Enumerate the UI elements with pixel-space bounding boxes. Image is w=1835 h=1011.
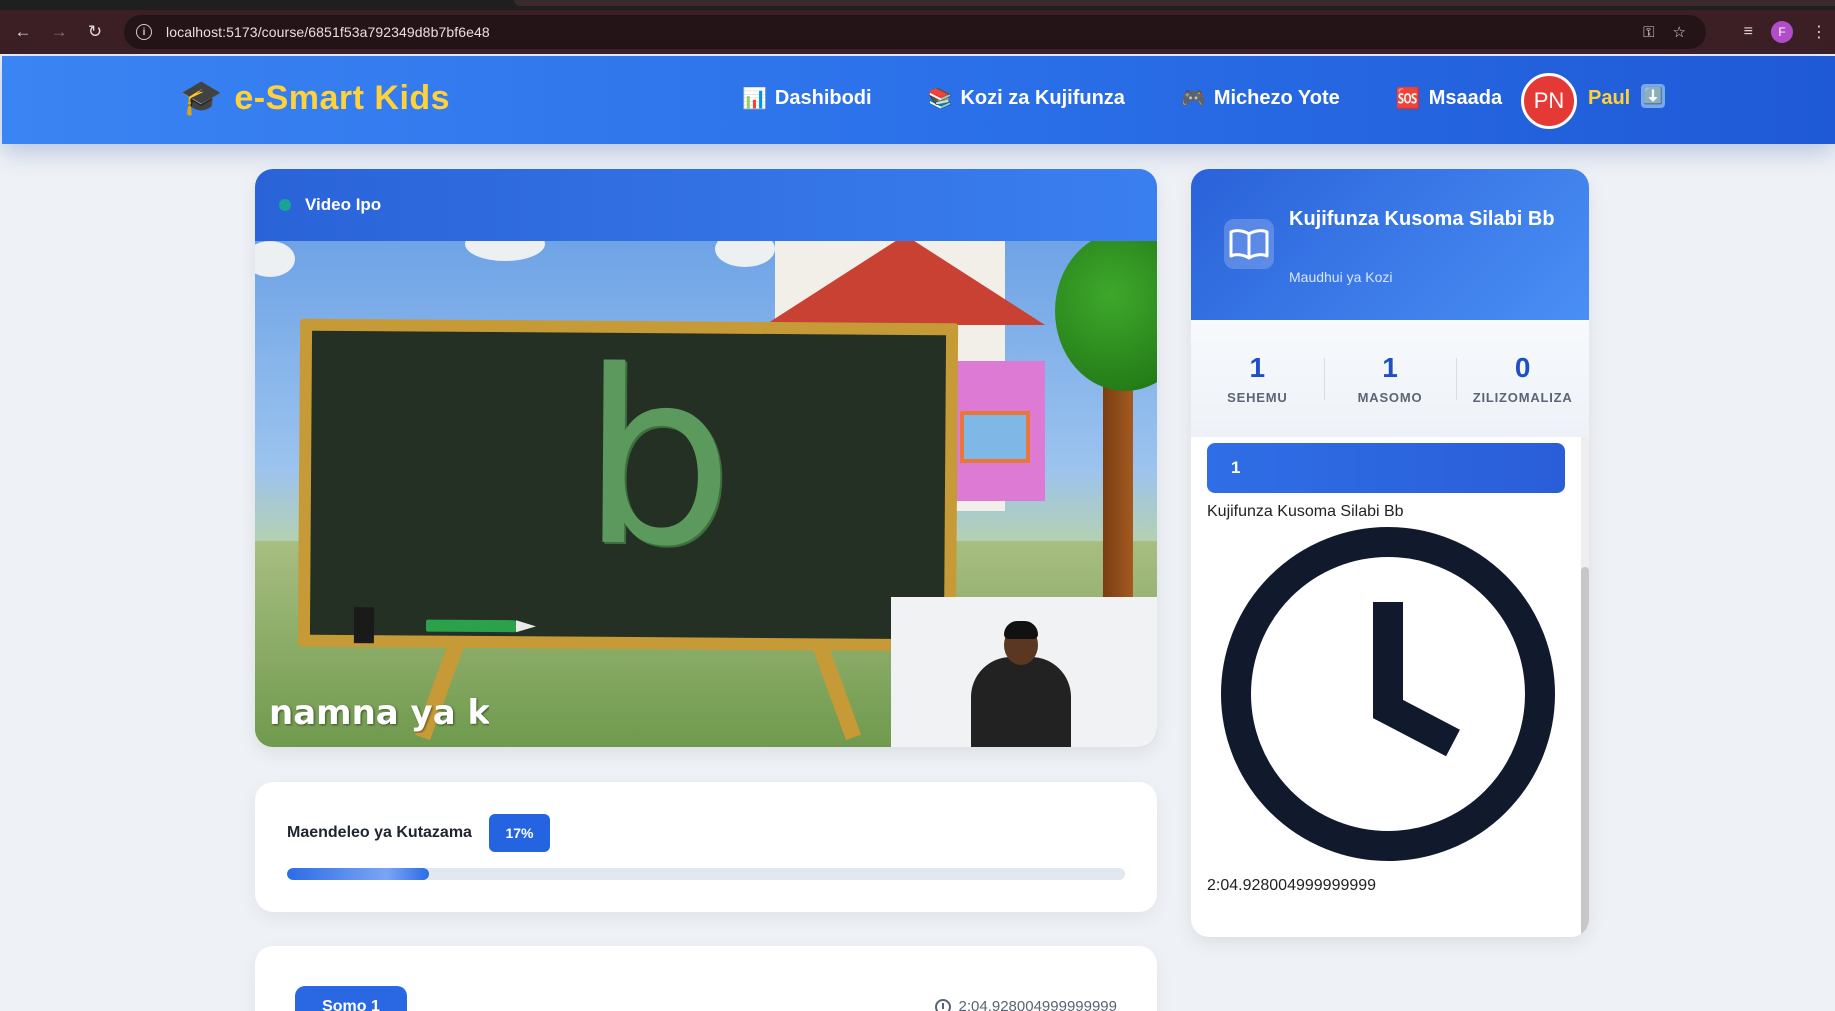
nav-item-dashboard[interactable]: 📊 Dashibodi — [742, 86, 872, 111]
stat-value: 0 — [1514, 352, 1531, 383]
bookmark-star-icon[interactable]: ☆ — [1673, 23, 1686, 41]
progress-percent-badge: 17% — [489, 814, 550, 852]
cloud — [465, 241, 545, 261]
main-nav: 📊 Dashibodi 📚 Kozi za Kujifunza 🎮 Michez… — [742, 86, 1546, 111]
bar-chart-icon: 📊 — [742, 88, 767, 110]
stat-value: 1 — [1382, 352, 1398, 383]
video-status-label: Video Ipo — [305, 195, 382, 214]
nav-item-games[interactable]: 🎮 Michezo Yote — [1181, 86, 1340, 111]
sidebar-content: 1 Kujifunza Kusoma Silabi Bb 2:04.928004… — [1191, 437, 1589, 937]
site-info-icon[interactable]: i — [136, 24, 152, 40]
board-chalk-tip — [515, 620, 537, 633]
scene-roof — [765, 241, 1045, 325]
stat-label: MASOMO — [1357, 390, 1423, 405]
progress-label: Maendeleo ya Kutazama — [287, 824, 472, 841]
stat-sections: 1 SEHEMU — [1191, 352, 1324, 405]
stat-completed: 0 ZILIZOMALIZA — [1456, 352, 1589, 405]
cloud — [255, 241, 295, 277]
open-book-icon — [1224, 219, 1274, 269]
lesson-duration: 2:04.928004999999999 — [934, 998, 1118, 1011]
browser-tab[interactable] — [514, 0, 1835, 6]
clock-icon — [934, 998, 951, 1011]
forward-arrow-icon[interactable]: → — [46, 19, 72, 45]
video-card: Video Ipo b namna ya kuc — [255, 169, 1157, 747]
status-dot-icon — [279, 199, 291, 211]
lesson-card: Somo 1 2:04.928004999999999 — [255, 946, 1157, 1011]
chalkboard-surface: b — [309, 318, 947, 640]
reload-icon[interactable]: ↻ — [82, 19, 108, 45]
stat-lessons: 1 MASOMO — [1323, 352, 1457, 405]
user-avatar[interactable]: PN — [1521, 73, 1577, 129]
browser-tab-strip — [0, 0, 1835, 10]
graduation-cap-icon: 🎓 — [180, 79, 223, 117]
progress-bar-fill — [287, 868, 430, 880]
sos-icon: 🆘 — [1395, 88, 1421, 110]
section-name[interactable]: Kujifunza Kusoma Silabi Bb — [1207, 503, 1404, 521]
scene-tree-trunk — [1103, 371, 1133, 621]
game-controller-icon: 🎮 — [1180, 88, 1206, 110]
user-menu-down-arrow-icon[interactable]: ⬇️ — [1641, 84, 1665, 108]
browser-menu-icon[interactable]: ⋮ — [1811, 22, 1827, 42]
watch-progress-card: Maendeleo ya Kutazama 17% — [255, 782, 1157, 912]
nav-label: Dashibodi — [774, 87, 872, 109]
stat-value: 1 — [1249, 352, 1266, 383]
media-queue-icon[interactable]: ≡ — [1744, 23, 1753, 41]
app-logo[interactable]: 🎓 e-Smart Kids — [180, 78, 450, 118]
stat-label: SEHEMU — [1227, 390, 1288, 405]
stat-label: ZILIZOMALIZA — [1472, 390, 1573, 405]
section-header-button[interactable]: 1 — [1207, 443, 1565, 493]
nav-label: Msaada — [1428, 87, 1503, 109]
course-sidebar: Kujifunza Kusoma Silabi Bb Maudhui ya Ko… — [1191, 169, 1589, 937]
browser-toolbar: ← → ↻ i localhost:5173/course/6851f53a79… — [0, 10, 1835, 54]
app-header: 🎓 e-Smart Kids 📊 Dashibodi 📚 Kozi za Kuj… — [2, 56, 1835, 144]
video-caption: namna ya kuc — [269, 693, 489, 733]
chalkboard: b — [297, 318, 959, 652]
sidebar-scroll-thumb[interactable] — [1581, 567, 1589, 937]
section-duration: 2:04.928004999999999 — [1207, 877, 1377, 894]
video-player[interactable]: b namna ya kuc — [255, 241, 1157, 747]
logo-text: e-Smart Kids — [234, 78, 451, 117]
back-arrow-icon[interactable]: ← — [10, 19, 36, 45]
signer-hair — [1004, 621, 1038, 639]
board-eraser — [353, 607, 375, 644]
sidebar-header: Kujifunza Kusoma Silabi Bb Maudhui ya Ko… — [1191, 169, 1589, 320]
books-icon: 📚 — [927, 88, 953, 110]
nav-label: Michezo Yote — [1213, 87, 1340, 109]
nav-label: Kozi za Kujifunza — [960, 87, 1125, 109]
signer-body — [971, 657, 1071, 747]
course-stats: 1 SEHEMU 1 MASOMO 0 ZILIZOMALIZA — [1191, 320, 1589, 437]
lesson-button[interactable]: Somo 1 — [295, 986, 407, 1011]
lesson-duration-text: 2:04.928004999999999 — [958, 998, 1118, 1011]
video-header: Video Ipo — [255, 169, 1157, 241]
url-text[interactable]: localhost:5173/course/6851f53a792349d8b7… — [166, 24, 490, 40]
course-subtitle: Maudhui ya Kozi — [1289, 269, 1393, 285]
scene-window — [960, 411, 1030, 463]
nav-item-courses[interactable]: 📚 Kozi za Kujifunza — [928, 86, 1125, 111]
sidebar-scrollbar[interactable] — [1581, 437, 1589, 937]
progress-bar — [287, 868, 1125, 880]
user-name[interactable]: Paul — [1588, 87, 1630, 110]
nav-item-help[interactable]: 🆘 Msaada — [1396, 86, 1502, 111]
browser-profile-avatar[interactable]: F — [1771, 21, 1793, 43]
scene-tree-top — [1055, 241, 1157, 391]
address-bar[interactable]: i localhost:5173/course/6851f53a792349d8… — [124, 15, 1706, 49]
board-letter: b — [580, 318, 735, 600]
course-title: Kujifunza Kusoma Silabi Bb — [1289, 208, 1555, 230]
board-chalk — [425, 619, 517, 633]
sign-language-inset — [891, 597, 1157, 747]
clock-icon — [1221, 527, 1555, 861]
password-key-icon[interactable]: ⚿ — [1643, 24, 1654, 41]
